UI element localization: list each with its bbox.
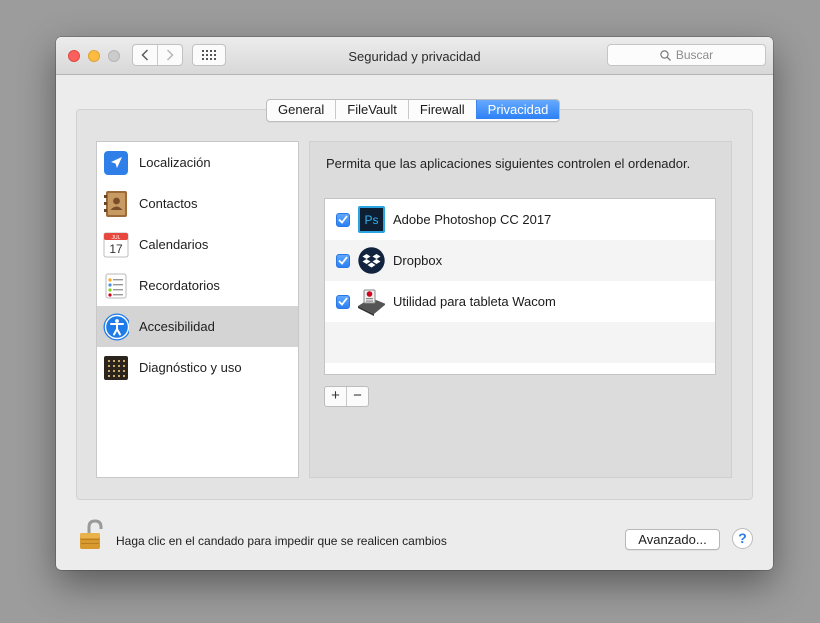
search-icon bbox=[660, 49, 671, 61]
sidebar-item-label: Calendarios bbox=[139, 237, 209, 252]
checkmark-icon bbox=[338, 256, 348, 265]
panel-description: Permita que las aplicaciones siguientes … bbox=[326, 156, 691, 171]
checkmark-icon bbox=[338, 215, 348, 224]
app-row-photoshop: Ps Adobe Photoshop CC 2017 bbox=[325, 199, 715, 240]
advanced-button[interactable]: Avanzado... bbox=[625, 529, 720, 550]
tab-general[interactable]: General bbox=[267, 100, 335, 119]
sidebar-item-label: Diagnóstico y uso bbox=[139, 360, 242, 375]
sidebar-item-contactos[interactable]: Contactos bbox=[97, 183, 298, 224]
app-row-wacom: Utilidad para tableta Wacom bbox=[325, 281, 715, 322]
sidebar-item-diagnostico[interactable]: Diagnóstico y uso bbox=[97, 347, 298, 388]
add-remove-control: + − bbox=[324, 386, 369, 407]
search-placeholder: Buscar bbox=[675, 48, 714, 62]
sidebar-item-label: Accesibilidad bbox=[139, 319, 215, 334]
calendar-icon: JUL 17 bbox=[103, 232, 129, 258]
accessibility-panel: Permita que las aplicaciones siguientes … bbox=[309, 141, 732, 478]
footer-bar: Haga clic en el candado para impedir que… bbox=[56, 512, 773, 570]
app-checkbox[interactable] bbox=[336, 294, 350, 309]
tab-firewall[interactable]: Firewall bbox=[407, 100, 476, 119]
grid-icon bbox=[202, 50, 216, 60]
sidebar-item-label: Contactos bbox=[139, 196, 198, 211]
dropbox-icon bbox=[357, 247, 385, 275]
minimize-window-button[interactable] bbox=[88, 50, 100, 62]
show-all-button[interactable] bbox=[192, 44, 226, 66]
wacom-utility-icon bbox=[357, 288, 385, 316]
navigation-buttons bbox=[132, 44, 183, 66]
zoom-window-button[interactable] bbox=[108, 50, 120, 62]
chevron-right-icon bbox=[166, 49, 174, 61]
checkmark-icon bbox=[338, 297, 348, 306]
photoshop-icon: Ps bbox=[357, 206, 385, 234]
tab-filevault[interactable]: FileVault bbox=[335, 100, 408, 119]
sidebar-item-label: Localización bbox=[139, 155, 211, 170]
app-checkbox[interactable] bbox=[336, 212, 350, 227]
contacts-book-icon bbox=[103, 190, 129, 217]
back-button[interactable] bbox=[133, 45, 157, 65]
sidebar-item-calendarios[interactable]: JUL 17 Calendarios bbox=[97, 224, 298, 265]
app-checkbox[interactable] bbox=[336, 253, 350, 268]
window-title: Seguridad y privacidad bbox=[348, 49, 481, 64]
lock-message: Haga clic en el candado para impedir que… bbox=[116, 534, 447, 548]
app-row-dropbox: Dropbox bbox=[325, 240, 715, 281]
app-name: Utilidad para tableta Wacom bbox=[393, 294, 556, 309]
diagnostics-icon bbox=[103, 355, 129, 381]
preferences-window: Seguridad y privacidad Buscar General Fi… bbox=[56, 37, 773, 570]
empty-row bbox=[325, 322, 715, 363]
reminders-icon bbox=[103, 273, 129, 299]
location-arrow-icon bbox=[103, 150, 129, 176]
chevron-left-icon bbox=[141, 49, 149, 61]
sidebar-item-recordatorios[interactable]: Recordatorios bbox=[97, 265, 298, 306]
sidebar-item-localizacion[interactable]: Localización bbox=[97, 142, 298, 183]
add-app-button[interactable]: + bbox=[325, 387, 346, 406]
tab-bar: General FileVault Firewall Privacidad bbox=[266, 99, 561, 122]
close-window-button[interactable] bbox=[68, 50, 80, 62]
photoshop-icon-text: Ps bbox=[364, 213, 378, 227]
help-button[interactable]: ? bbox=[732, 528, 753, 549]
remove-app-button[interactable]: − bbox=[346, 387, 368, 406]
forward-button[interactable] bbox=[157, 45, 182, 65]
app-list: Ps Adobe Photoshop CC 2017 Dropbox Utili… bbox=[324, 198, 716, 375]
sidebar-item-label: Recordatorios bbox=[139, 278, 220, 293]
calendar-icon-month: JUL bbox=[112, 235, 121, 241]
app-name: Dropbox bbox=[393, 253, 443, 268]
accessibility-icon bbox=[103, 313, 129, 340]
unlocked-padlock-icon bbox=[80, 519, 103, 549]
lock-button[interactable] bbox=[78, 519, 108, 551]
sidebar-item-accesibilidad[interactable]: Accesibilidad bbox=[97, 306, 298, 347]
calendar-icon-day: 17 bbox=[109, 242, 123, 256]
search-field[interactable]: Buscar bbox=[607, 44, 766, 66]
title-bar: Seguridad y privacidad Buscar bbox=[56, 37, 773, 75]
tab-privacidad[interactable]: Privacidad bbox=[475, 100, 560, 119]
app-name: Adobe Photoshop CC 2017 bbox=[393, 212, 552, 227]
privacy-category-list: Localización Contactos JUL 17 Calendario… bbox=[96, 141, 299, 478]
